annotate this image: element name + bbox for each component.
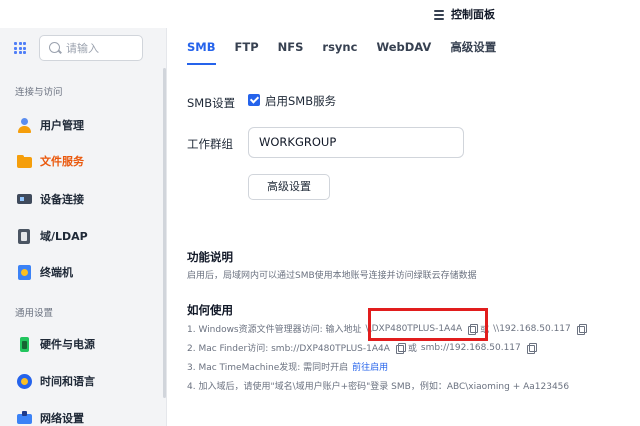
tab-advanced[interactable]: 高级设置 bbox=[450, 34, 496, 64]
usage-title: 如何使用 bbox=[187, 303, 233, 317]
advanced-settings-button[interactable]: 高级设置 bbox=[248, 174, 330, 200]
sidebar-item-hardware-power[interactable]: 硬件与电源 bbox=[0, 329, 166, 359]
network-icon bbox=[17, 410, 32, 426]
step2-ip-address[interactable]: smb://192.168.50.117 bbox=[421, 343, 521, 353]
usage-step-domain: 4. 加入域后，请使用"域名\域用户账户+密码"登录 SMB，例如：ABC\xi… bbox=[187, 382, 570, 392]
copy-icon[interactable] bbox=[526, 343, 537, 354]
device-icon bbox=[17, 192, 32, 207]
sidebar-scrollbar[interactable] bbox=[163, 68, 166, 398]
section-label-general: 通用设置 bbox=[15, 308, 54, 319]
enable-smb-checkbox[interactable] bbox=[248, 94, 260, 106]
sidebar-item-label: 硬件与电源 bbox=[40, 338, 95, 351]
smb-settings-label: SMB设置 bbox=[187, 96, 236, 110]
search-input[interactable] bbox=[66, 40, 138, 56]
tab-bar: SMB FTP NFS rsync WebDAV 高级设置 bbox=[187, 34, 515, 65]
tab-smb[interactable]: SMB bbox=[187, 34, 216, 65]
enable-timemachine-link[interactable]: 前往启用 bbox=[352, 360, 388, 373]
step3-prefix: 3. Mac TimeMachine发现: 需同时开启 bbox=[187, 363, 349, 373]
enable-smb-label[interactable]: 启用SMB服务 bbox=[265, 93, 336, 109]
sidebar-item-users[interactable]: 用户管理 bbox=[0, 110, 166, 140]
step1-ip-address[interactable]: \\192.168.50.117 bbox=[493, 324, 571, 334]
search-icon bbox=[49, 42, 60, 53]
window-title-text: 控制面板 bbox=[451, 8, 495, 21]
sidebar-item-label: 网络设置 bbox=[40, 412, 84, 425]
tab-webdav[interactable]: WebDAV bbox=[376, 34, 431, 64]
feature-description-title: 功能说明 bbox=[187, 250, 233, 264]
sidebar-item-terminal[interactable]: 终端机 bbox=[0, 257, 166, 287]
usage-step-timemachine: 3. Mac TimeMachine发现: 需同时开启 前往启用 bbox=[187, 360, 388, 373]
apps-grid-icon[interactable] bbox=[14, 42, 26, 54]
tab-rsync[interactable]: rsync bbox=[322, 34, 357, 64]
window-title: 控制面板 bbox=[433, 6, 495, 22]
domain-icon bbox=[17, 228, 32, 244]
step2-or: 或 bbox=[407, 344, 417, 354]
sidebar-item-label: 时间和语言 bbox=[40, 375, 95, 388]
sidebar-item-label: 文件服务 bbox=[40, 155, 84, 168]
power-icon bbox=[17, 336, 32, 352]
step2-prefix[interactable]: 2. Mac Finder访问: smb://DXP480TPLUS-1A4A bbox=[187, 341, 390, 354]
title-bar: 控制面板 bbox=[0, 0, 640, 28]
sidebar-item-time-language[interactable]: 时间和语言 bbox=[0, 366, 166, 396]
user-icon bbox=[17, 117, 32, 133]
sidebar-item-network[interactable]: 网络设置 bbox=[0, 403, 166, 426]
folder-icon bbox=[17, 154, 32, 169]
workgroup-field[interactable]: WORKGROUP bbox=[248, 127, 464, 158]
workgroup-label: 工作群组 bbox=[187, 137, 233, 151]
sliders-icon bbox=[433, 8, 445, 20]
tab-nfs[interactable]: NFS bbox=[278, 34, 304, 64]
tab-ftp[interactable]: FTP bbox=[235, 34, 259, 64]
sidebar-item-ldap[interactable]: 域/LDAP bbox=[0, 221, 166, 251]
sidebar-item-label: 设备连接 bbox=[40, 193, 84, 206]
sidebar-item-label: 用户管理 bbox=[40, 119, 84, 132]
terminal-icon bbox=[17, 264, 32, 280]
clock-icon bbox=[17, 373, 32, 389]
sidebar: 连接与访问 用户管理 文件服务 设备连接 域/LDAP 终端机 通用设置 硬件与… bbox=[0, 28, 167, 426]
section-label-connect: 连接与访问 bbox=[15, 87, 63, 98]
sidebar-item-label: 域/LDAP bbox=[40, 230, 88, 243]
feature-description-text: 启用后，局域网内可以通过SMB使用本地账号连接并访问绿联云存储数据 bbox=[187, 271, 477, 281]
highlight-box bbox=[368, 308, 488, 341]
copy-icon[interactable] bbox=[395, 343, 406, 354]
step1-prefix: 1. Windows资源文件管理器访问: 输入地址 bbox=[187, 325, 362, 335]
sidebar-item-devices[interactable]: 设备连接 bbox=[0, 184, 166, 214]
copy-icon[interactable] bbox=[576, 324, 587, 335]
usage-step-mac-finder: 2. Mac Finder访问: smb://DXP480TPLUS-1A4A … bbox=[187, 341, 537, 354]
search-box[interactable] bbox=[39, 35, 143, 61]
sidebar-item-file-service[interactable]: 文件服务 bbox=[0, 146, 166, 176]
sidebar-item-label: 终端机 bbox=[40, 266, 73, 279]
